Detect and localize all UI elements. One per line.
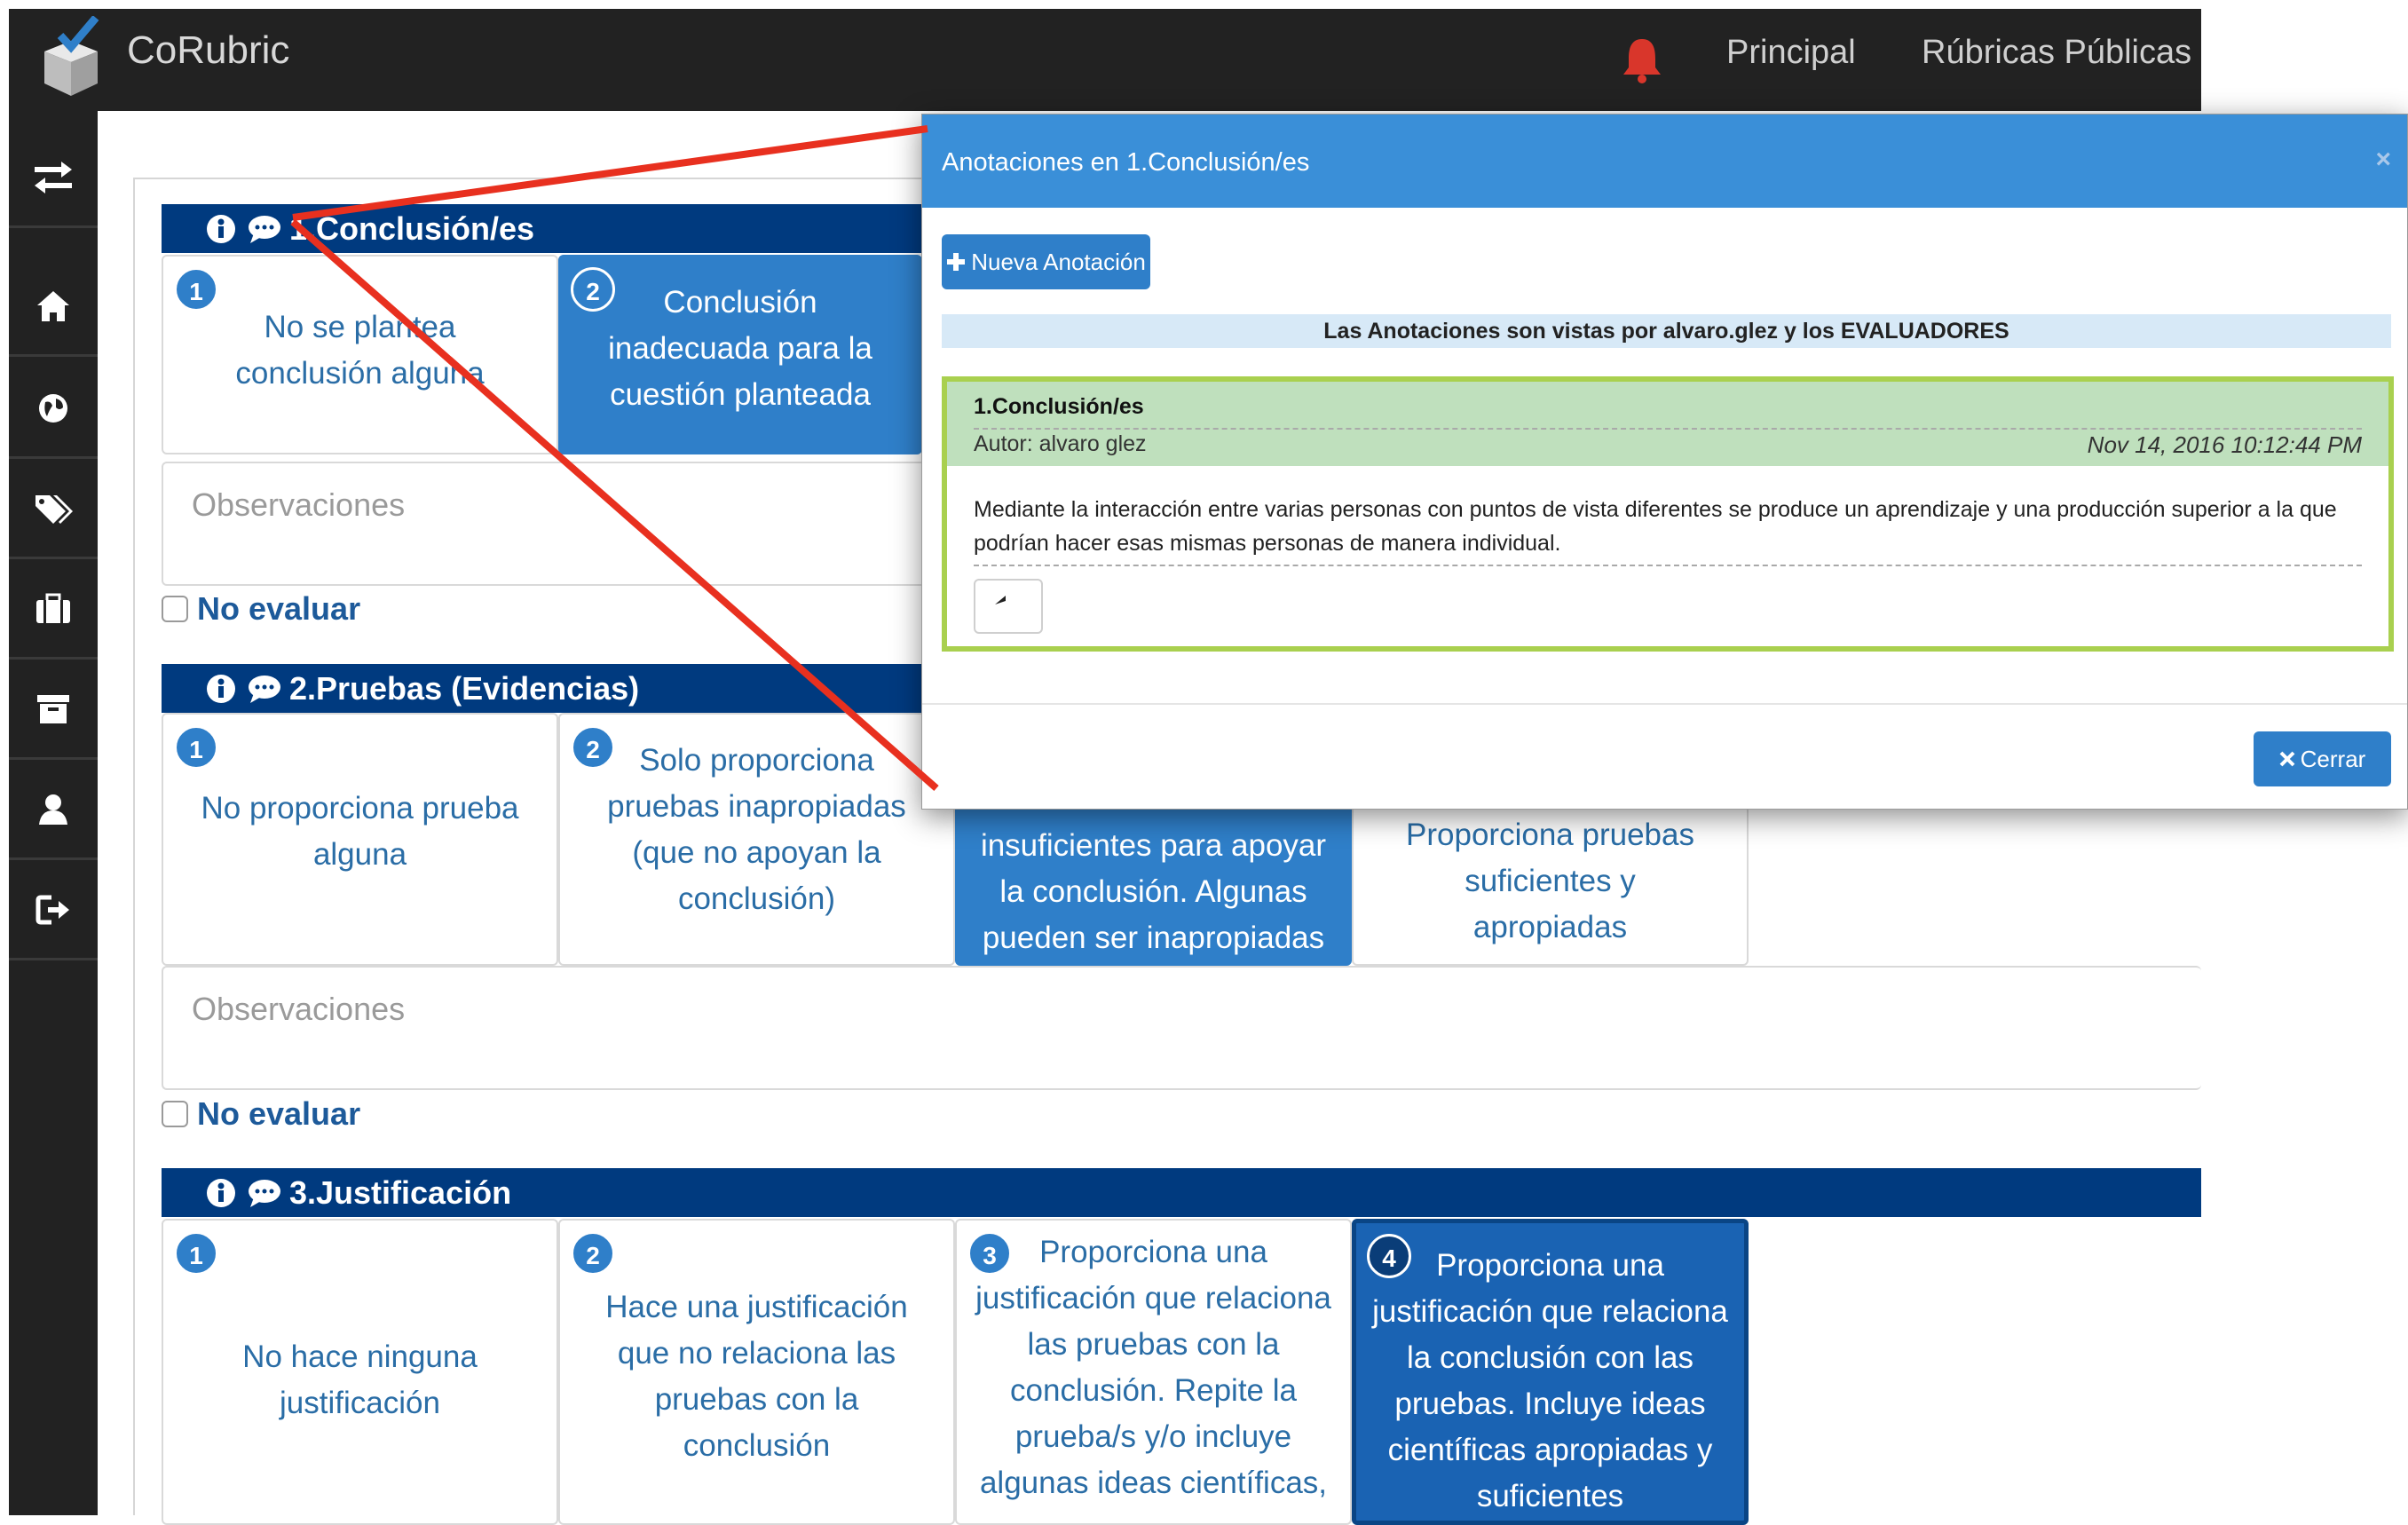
page-edge xyxy=(0,0,9,1515)
divider xyxy=(974,565,2362,566)
modal-close-icon[interactable]: × xyxy=(2375,145,2391,175)
sidebar-item-logout[interactable] xyxy=(9,861,98,960)
annotation-body: Mediante la interacción entre varias per… xyxy=(974,497,2337,556)
sidebar-toggle-button[interactable] xyxy=(9,129,98,228)
brand-title[interactable]: CoRubric xyxy=(127,28,289,73)
info-icon[interactable] xyxy=(206,674,236,704)
level-number: 2 xyxy=(571,1231,615,1276)
level-number: 1 xyxy=(174,725,218,770)
logout-icon xyxy=(36,895,69,924)
level-text: No proporciona prueba alguna xyxy=(201,791,519,872)
divider xyxy=(974,428,2362,430)
new-annotation-label: Nueva Anotación xyxy=(971,248,1146,275)
tags-icon xyxy=(36,494,73,524)
level-cell[interactable]: 2 Solo proporciona pruebas inapropiadas … xyxy=(558,713,955,966)
corubric-logo-icon[interactable] xyxy=(36,16,107,100)
level-cell[interactable]: 2 Hace una justificación que no relacion… xyxy=(558,1219,955,1525)
notification-bell-icon[interactable] xyxy=(1620,36,1664,84)
home-icon xyxy=(37,290,69,321)
archive-icon xyxy=(37,694,69,723)
level-text: Conclusión inadecuada para la cuestión p… xyxy=(608,285,872,412)
level-cell[interactable]: 1 No se plantea conclusión alguna xyxy=(162,255,558,454)
level-cell-selected[interactable]: 2 Conclusión inadecuada para la cuestión… xyxy=(558,255,922,454)
level-text: Proporciona pruebas suficientes y apropi… xyxy=(1406,818,1694,944)
checkbox-box[interactable] xyxy=(162,596,188,622)
close-button-label: Cerrar xyxy=(2300,745,2366,772)
sidebar-item-archive[interactable] xyxy=(9,660,98,760)
level-cell[interactable]: 1 No hace ninguna justificación xyxy=(162,1219,558,1525)
reply-button[interactable] xyxy=(974,579,1043,634)
level-number: 1 xyxy=(174,1231,218,1276)
comment-icon[interactable] xyxy=(247,214,282,244)
left-sidebar xyxy=(9,111,98,1515)
criterion-header: 3.Justificación xyxy=(162,1168,2201,1217)
no-evaluate-label: No evaluar xyxy=(197,590,361,627)
annotation-card: 1.Conclusión/es Autor: alvaro glez Nov 1… xyxy=(942,376,2394,652)
sidebar-item-user[interactable] xyxy=(9,761,98,860)
nav-link-rubricas-publicas[interactable]: Rúbricas Públicas xyxy=(1922,34,2191,72)
plus-icon xyxy=(947,253,966,271)
sidebar-item-briefcase[interactable] xyxy=(9,560,98,660)
nav-link-principal[interactable]: Principal xyxy=(1726,34,1856,72)
briefcase-icon xyxy=(36,593,70,623)
no-evaluate-checkbox[interactable]: No evaluar xyxy=(162,1095,360,1133)
modal-footer-divider xyxy=(922,703,2407,705)
comment-icon[interactable] xyxy=(247,674,282,704)
level-text: insuficientes para apoyar la conclusión.… xyxy=(980,828,1327,955)
level-text: No se plantea conclusión alguna xyxy=(235,310,485,391)
level-text: Solo proporciona pruebas inapropiadas (q… xyxy=(607,743,906,916)
comment-icon[interactable] xyxy=(247,1178,282,1208)
level-text: Proporciona una justificación que relaci… xyxy=(1372,1248,1728,1513)
annotation-title: 1.Conclusión/es xyxy=(974,394,1144,419)
sidebar-item-home[interactable] xyxy=(9,257,98,357)
checkbox-box[interactable] xyxy=(162,1101,188,1127)
exchange-icon xyxy=(35,161,72,194)
times-icon xyxy=(2279,751,2295,767)
user-icon xyxy=(39,794,67,825)
modal-header: Anotaciones en 1.Conclusión/es × xyxy=(922,115,2407,208)
info-icon[interactable] xyxy=(206,1178,236,1208)
criterion-title: 1.Conclusión/es xyxy=(289,209,535,247)
info-icon[interactable] xyxy=(206,214,236,244)
criterion-title: 2.Pruebas (Evidencias) xyxy=(289,669,640,707)
observations-field[interactable]: Observaciones xyxy=(162,966,2201,1090)
annotation-date: Nov 14, 2016 10:12:44 PM xyxy=(2087,431,2362,458)
visibility-notice: Las Anotaciones son vistas por alvaro.gl… xyxy=(942,314,2391,348)
level-cell[interactable]: 1 No proporciona prueba alguna xyxy=(162,713,558,966)
no-evaluate-label: No evaluar xyxy=(197,1095,361,1132)
annotations-modal: Anotaciones en 1.Conclusión/es × Nueva A… xyxy=(921,114,2408,810)
new-annotation-button[interactable]: Nueva Anotación xyxy=(942,234,1150,289)
no-evaluate-checkbox[interactable]: No evaluar xyxy=(162,590,360,628)
level-cell-selected[interactable]: 4 Proporciona una justificación que rela… xyxy=(1352,1219,1749,1525)
annotation-header: 1.Conclusión/es Autor: alvaro glez Nov 1… xyxy=(947,382,2388,466)
annotation-author: Autor: alvaro glez xyxy=(974,431,1147,456)
level-text: Proporciona una justificación que relaci… xyxy=(975,1235,1331,1500)
reply-icon xyxy=(995,596,1006,604)
top-navbar: CoRubric Principal Rúbricas Públicas xyxy=(9,9,2201,111)
globe-icon xyxy=(39,393,67,423)
criterion-title: 3.Justificación xyxy=(289,1173,512,1211)
sidebar-item-tags[interactable] xyxy=(9,460,98,559)
modal-title: Anotaciones en 1.Conclusión/es xyxy=(942,148,1310,177)
sidebar-item-public[interactable] xyxy=(9,360,98,459)
level-cell[interactable]: 3 Proporciona una justificación que rela… xyxy=(955,1219,1352,1525)
level-text: Hace una justificación que no relaciona … xyxy=(605,1290,908,1463)
level-text: No hace ninguna justificación xyxy=(242,1339,478,1420)
close-button[interactable]: Cerrar xyxy=(2254,731,2391,786)
